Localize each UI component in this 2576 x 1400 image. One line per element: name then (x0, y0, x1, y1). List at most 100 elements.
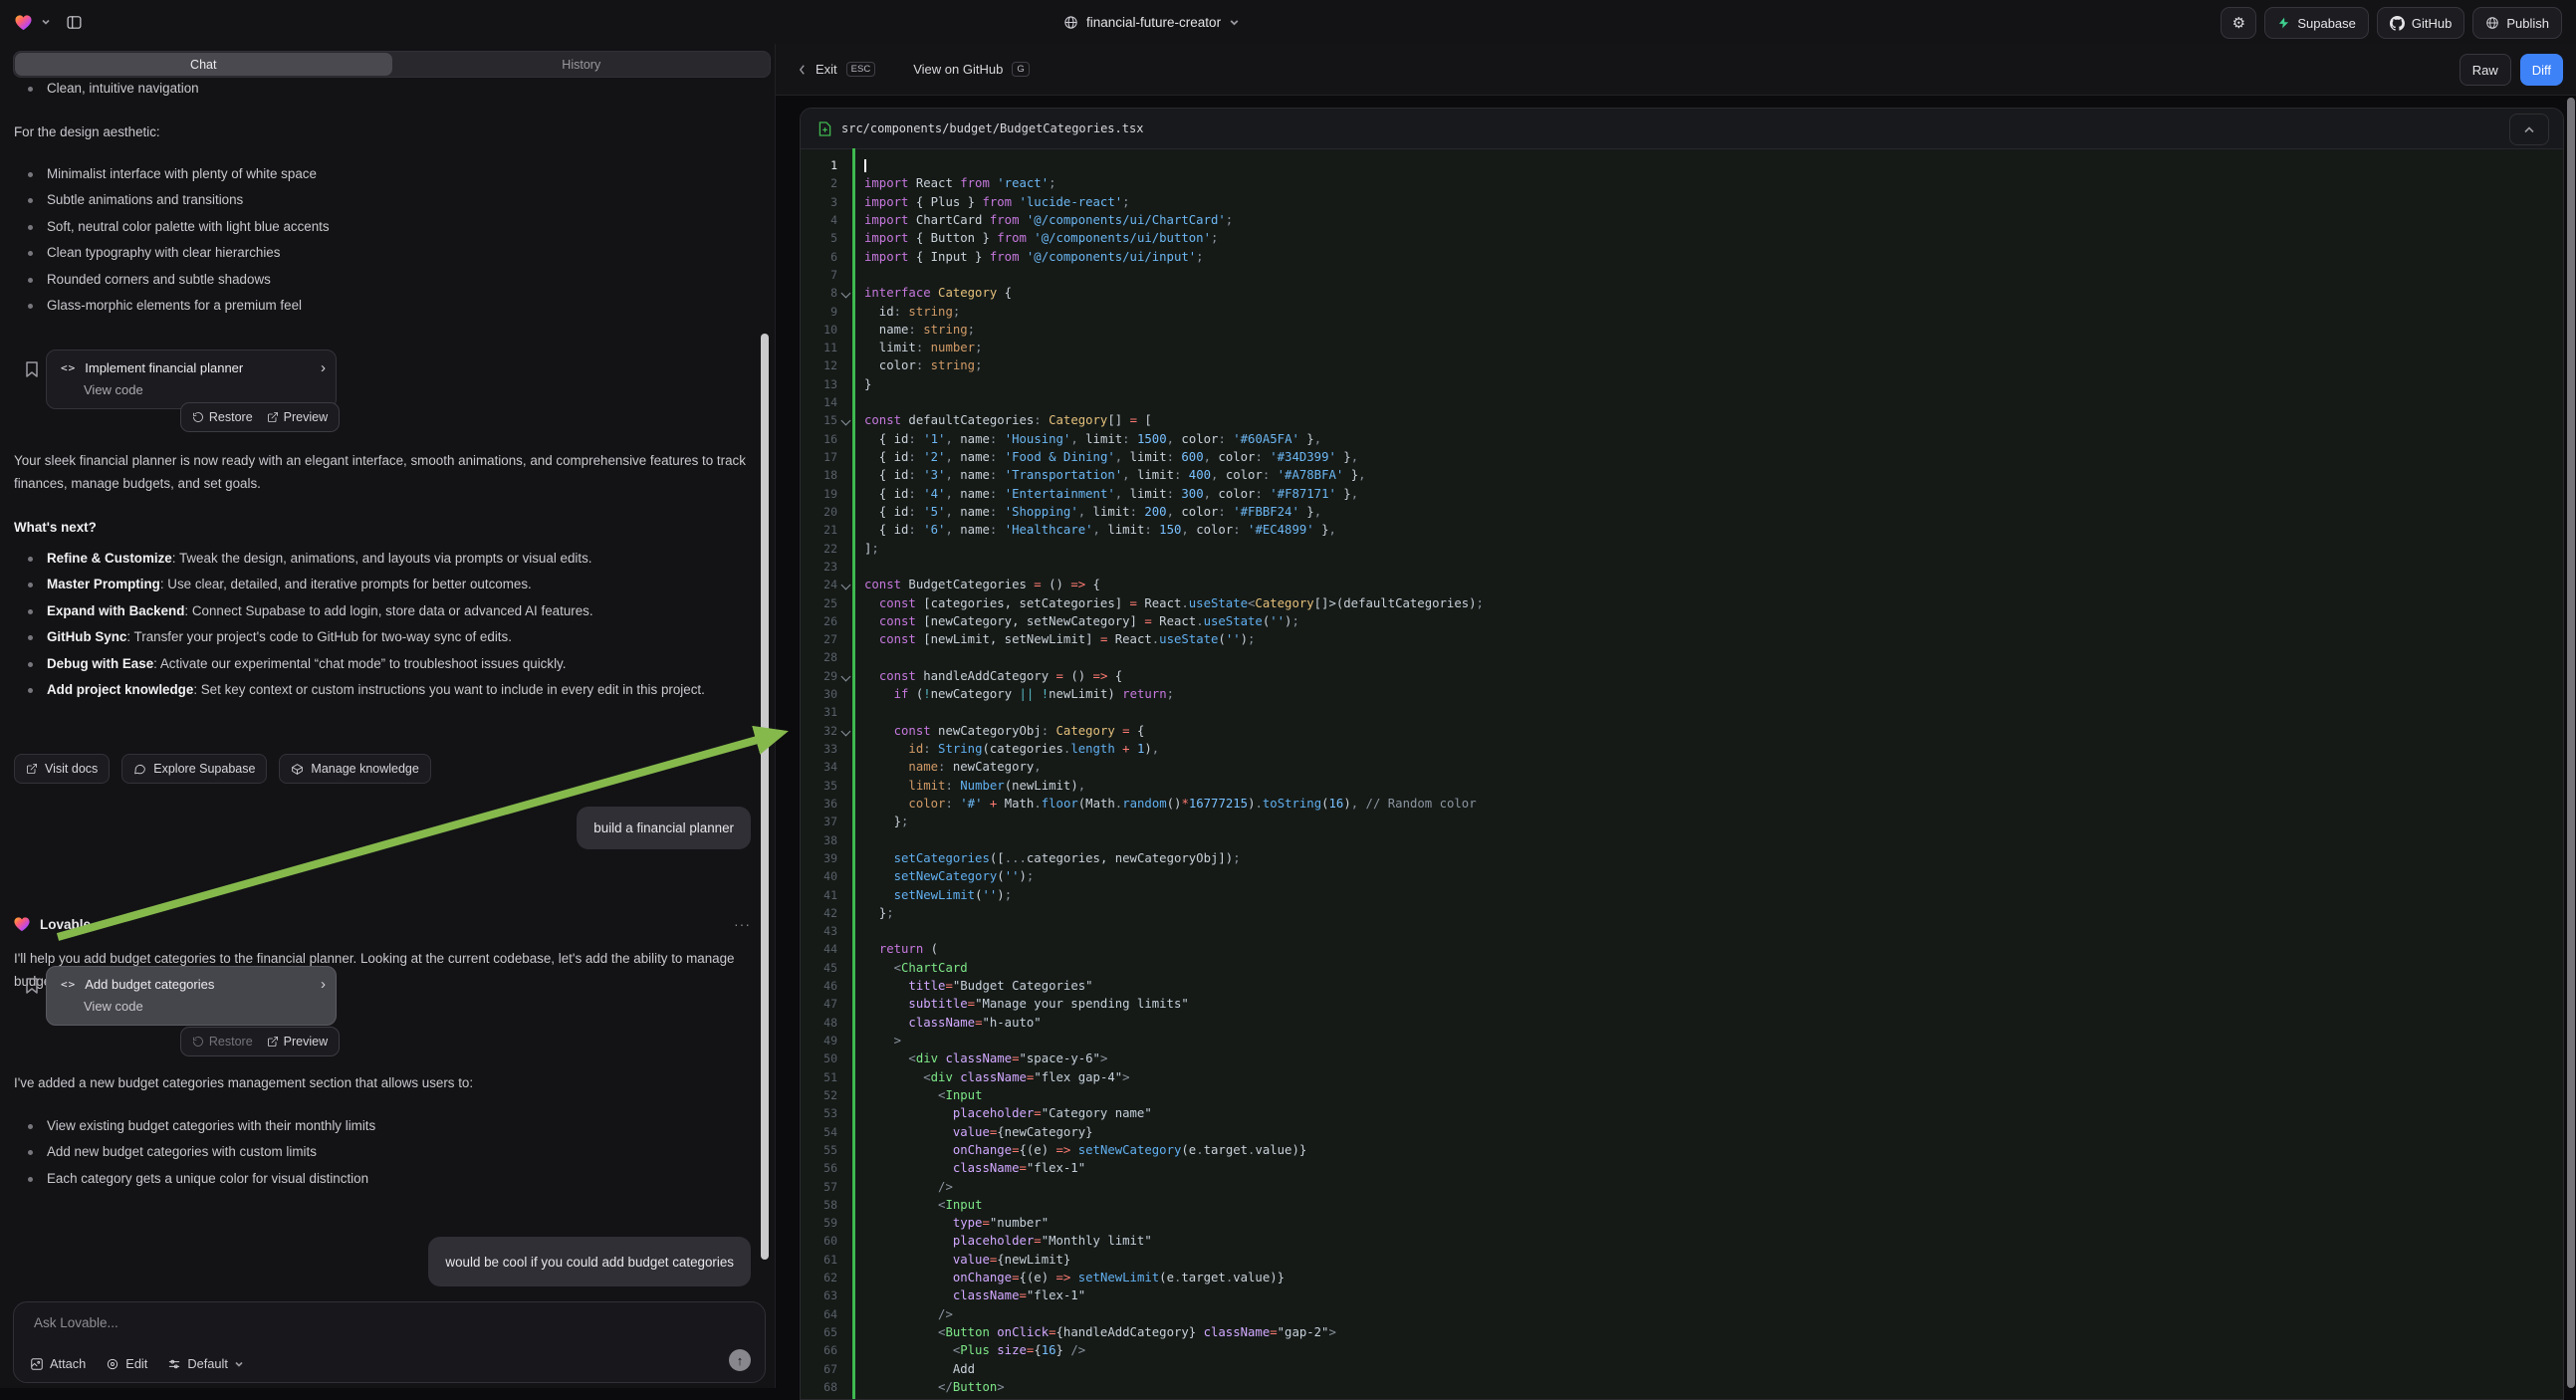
fold-chevron-icon[interactable] (841, 581, 851, 590)
code-line: <Plus size={16} /> (864, 1341, 2563, 1359)
restore-preview-pill: Restore Preview (180, 402, 340, 432)
code-line: import React from 'react'; (864, 174, 2563, 192)
tab-chat[interactable]: Chat (15, 53, 392, 76)
message-circle-icon (133, 763, 146, 776)
code-line: <ChartCard (864, 959, 2563, 977)
fold-chevron-icon[interactable] (841, 671, 851, 681)
panel-left-icon (66, 14, 83, 31)
line-number: 22 (801, 540, 850, 558)
code-icon: <> (61, 978, 76, 991)
line-number: 32 (801, 722, 850, 740)
edit-mode-button[interactable]: Edit (106, 1356, 147, 1371)
version-card-add-budget-categories[interactable]: <> Add budget categories › View code (46, 966, 337, 1026)
chevron-right-icon: › (321, 359, 326, 376)
code-line: type="number" (864, 1214, 2563, 1232)
line-number: 18 (801, 466, 850, 484)
code-line: setNewCategory(''); (864, 867, 2563, 885)
user-message-bubble: would be cool if you could add budget ca… (428, 1237, 751, 1286)
send-button[interactable]: ↑ (729, 1349, 751, 1371)
line-number: 7 (801, 266, 850, 284)
visit-docs-button[interactable]: Visit docs (14, 754, 110, 784)
github-button[interactable]: GitHub (2377, 7, 2464, 39)
line-number: 11 (801, 339, 850, 356)
publish-button[interactable]: Publish (2472, 7, 2562, 39)
code-line: import { Plus } from 'lucide-react'; (864, 193, 2563, 211)
project-switcher[interactable]: financial-future-creator (1063, 0, 1240, 44)
lovable-avatar (13, 916, 31, 932)
line-number: 2 (801, 174, 850, 192)
fold-chevron-icon[interactable] (841, 289, 851, 299)
assistant-header: Lovable ··· (13, 916, 751, 932)
view-code-link[interactable]: View code (84, 999, 143, 1014)
explore-supabase-button[interactable]: Explore Supabase (121, 754, 267, 784)
lovable-logo-icon[interactable] (14, 14, 33, 31)
restore-button[interactable]: Restore (192, 1035, 253, 1049)
diff-toggle-button[interactable]: Diff (2520, 54, 2563, 86)
gear-icon: ⚙ (2232, 16, 2245, 31)
restore-button[interactable]: Restore (192, 410, 253, 424)
line-number: 43 (801, 922, 850, 940)
chat-scrollbar[interactable] (761, 334, 769, 1260)
code-line: onChange={(e) => setNewCategory(e.target… (864, 1141, 2563, 1159)
file-header[interactable]: src/components/budget/BudgetCategories.t… (801, 109, 2563, 149)
settings-button[interactable]: ⚙ (2221, 7, 2256, 39)
version-card-implement-financial-planner[interactable]: <> Implement financial planner › View co… (46, 350, 337, 409)
code-view-panel: Exit ESC View on GitHub G Raw Diff src/c… (776, 44, 2576, 1388)
line-number: 54 (801, 1123, 850, 1141)
code-icon: <> (61, 361, 76, 374)
preview-button[interactable]: Preview (267, 410, 328, 424)
view-on-github-button[interactable]: View on GitHub G (913, 62, 1029, 77)
chat-panel: Chat History Clean, intuitive navigation… (0, 44, 776, 1388)
fold-chevron-icon[interactable] (841, 416, 851, 426)
design-heading: For the design aesthetic: (14, 120, 759, 143)
supabase-icon (2277, 16, 2290, 30)
chevron-down-icon[interactable] (41, 17, 51, 27)
line-number: 30 (801, 685, 850, 703)
line-number: 36 (801, 795, 850, 813)
exit-button[interactable]: Exit ESC (798, 62, 875, 77)
code-line: <div className="space-y-6"> (864, 1050, 2563, 1067)
raw-toggle-button[interactable]: Raw (2459, 54, 2511, 86)
line-number: 6 (801, 248, 850, 266)
fold-chevron-icon[interactable] (841, 726, 851, 736)
model-selector[interactable]: Default (167, 1356, 244, 1371)
code-line: onChange={(e) => setNewLimit(e.target.va… (864, 1269, 2563, 1286)
supabase-button[interactable]: Supabase (2264, 7, 2369, 39)
line-number: 53 (801, 1104, 850, 1122)
sidebar-toggle-button[interactable] (59, 7, 89, 37)
preview-button[interactable]: Preview (267, 1035, 328, 1049)
list-item: Refine & Customize: Tweak the design, an… (14, 546, 759, 572)
tab-history[interactable]: History (393, 52, 771, 77)
user-message-bubble: build a financial planner (577, 807, 751, 849)
collapse-file-button[interactable] (2509, 114, 2549, 145)
bookmark-icon[interactable] (24, 360, 40, 378)
list-item: Subtle animations and transitions (14, 187, 759, 213)
assistant-message: I've added a new budget categories manag… (14, 1071, 759, 1094)
list-item: Glass-morphic elements for a premium fee… (14, 293, 759, 319)
view-code-link[interactable]: View code (84, 382, 143, 397)
message-menu-button[interactable]: ··· (734, 916, 751, 932)
list-item: Expand with Backend: Connect Supabase to… (14, 598, 759, 624)
line-number: 3 (801, 193, 850, 211)
chat-input[interactable] (32, 1314, 747, 1331)
text-caret (864, 159, 866, 172)
attach-button[interactable]: Attach (30, 1356, 86, 1371)
line-number: 20 (801, 503, 850, 521)
code-editor[interactable]: 1234567891011121314151617181920212223242… (801, 148, 2563, 1399)
code-file-card: src/components/budget/BudgetCategories.t… (800, 108, 2564, 1400)
code-line: const handleAddCategory = () => { (864, 667, 2563, 685)
code-line: > (864, 1032, 2563, 1050)
code-line: return ( (864, 940, 2563, 958)
list-item: Clean typography with clear hierarchies (14, 240, 759, 266)
code-line: color: '#' + Math.floor(Math.random()*16… (864, 795, 2563, 813)
code-line (864, 156, 2563, 174)
code-line: const BudgetCategories = () => { (864, 576, 2563, 593)
manage-knowledge-button[interactable]: Manage knowledge (279, 754, 430, 784)
globe-icon (1063, 15, 1078, 30)
bookmark-icon[interactable] (24, 977, 40, 995)
code-line: Add (864, 1360, 2563, 1378)
line-number: 41 (801, 886, 850, 904)
code-line: id: string; (864, 303, 2563, 321)
window-scrollbar[interactable] (2567, 98, 2575, 1388)
line-number: 50 (801, 1050, 850, 1067)
